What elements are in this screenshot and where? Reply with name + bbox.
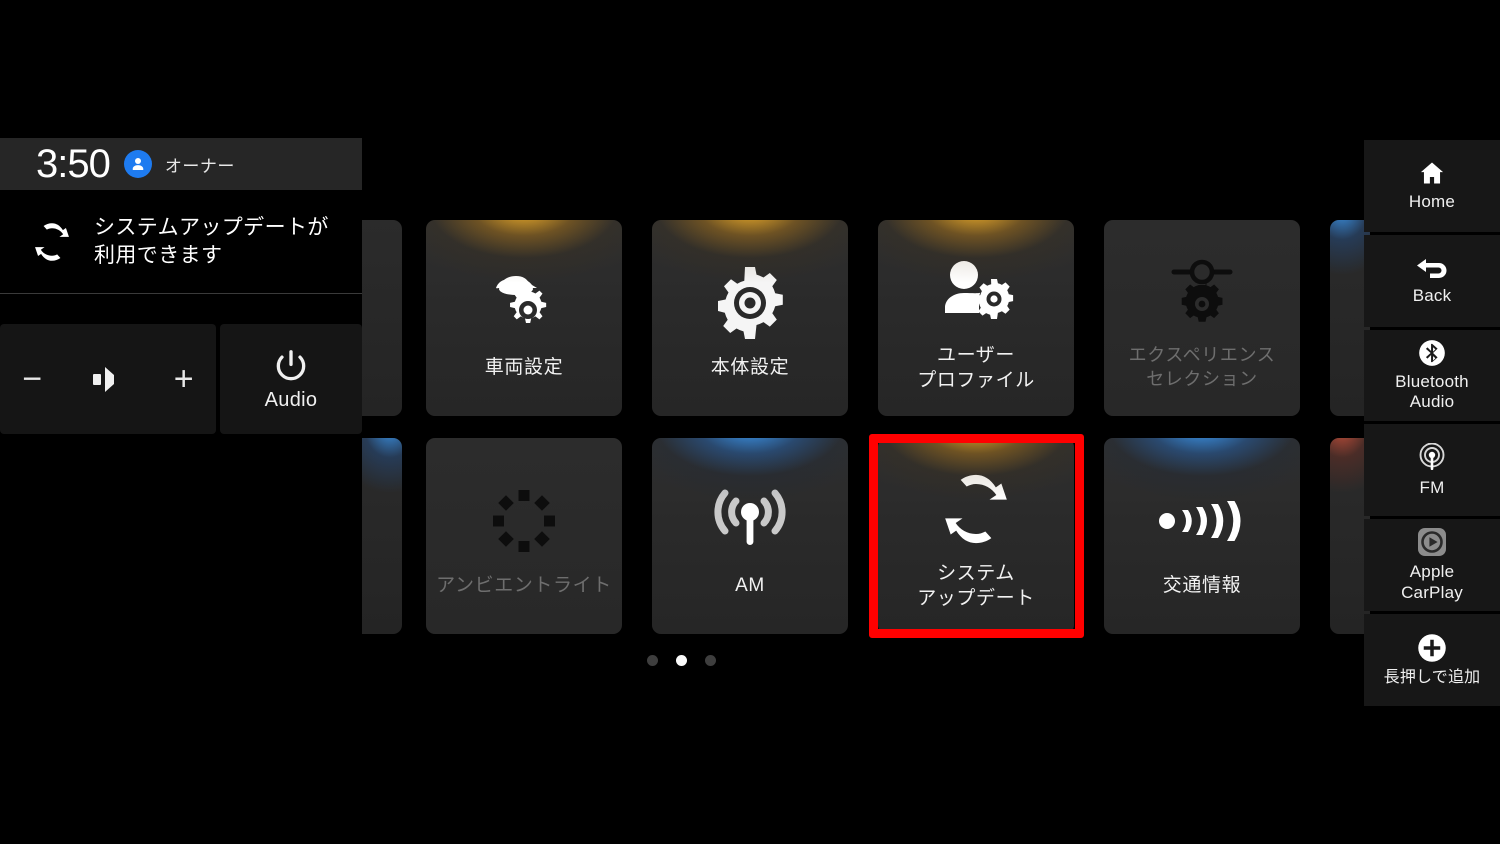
- sync-update-icon: [936, 461, 1016, 557]
- tile-experience-selection[interactable]: エクスペリエンス セレクション: [1104, 220, 1300, 416]
- app-row-2: アンビエントライト AM システム アップデート 交通情報: [362, 438, 1370, 638]
- plus-icon: [1418, 634, 1446, 662]
- sidebar-item-fm[interactable]: FM: [1364, 424, 1500, 517]
- sidebar-label: Apple CarPlay: [1401, 562, 1463, 602]
- audio-label: Audio: [264, 388, 318, 411]
- tile-label: 車両設定: [484, 357, 564, 379]
- tile-label: 交通情報: [1162, 575, 1242, 597]
- profile-name: オーナー: [164, 156, 235, 176]
- control-row: − + Audio: [0, 324, 362, 434]
- tile-system-settings[interactable]: 本体設定: [652, 220, 848, 416]
- tile-vehicle-settings[interactable]: 車両設定: [426, 220, 622, 416]
- edge-tile-row2-left[interactable]: [362, 438, 402, 634]
- gear-icon: [710, 255, 790, 351]
- car-gear-icon: [486, 255, 562, 351]
- tile-label: エクスペリエンス セレクション: [1128, 345, 1276, 389]
- tile-label: AM: [735, 575, 765, 597]
- clock-time: 3:50: [36, 142, 111, 186]
- tile-traffic-info[interactable]: 交通情報: [1104, 438, 1300, 634]
- tile-system-update[interactable]: システム アップデート: [878, 438, 1074, 634]
- page-dot[interactable]: [704, 655, 716, 666]
- radio-antenna-icon: [707, 473, 793, 569]
- slider-gear-icon: [1160, 244, 1244, 340]
- tile-glow: [362, 220, 402, 274]
- fm-radio-icon: [1419, 442, 1445, 470]
- sidebar-label: Home: [1408, 192, 1456, 212]
- tile-label: ユーザー プロファイル: [917, 344, 1035, 391]
- tile-am-radio[interactable]: AM: [652, 438, 848, 634]
- edge-tile-row1-left[interactable]: [362, 220, 402, 416]
- back-arrow-icon: [1417, 259, 1447, 279]
- sidebar-label: Bluetooth Audio: [1395, 371, 1469, 412]
- sidebar-item-back[interactable]: Back: [1364, 234, 1500, 327]
- sidebar-label: 長押しで追加: [1383, 668, 1481, 686]
- power-icon: [276, 349, 306, 380]
- page-dot-active[interactable]: [675, 655, 687, 666]
- notification-banner[interactable]: システムアップデートが利用できます: [0, 190, 362, 294]
- user-gear-icon: [934, 243, 1018, 339]
- audio-power-button[interactable]: Audio: [220, 324, 362, 434]
- sync-update-icon: [35, 222, 69, 261]
- speaker-icon[interactable]: [87, 362, 129, 396]
- person-icon: [132, 158, 144, 170]
- tile-user-profile[interactable]: ユーザー プロファイル: [878, 220, 1074, 416]
- ambient-light-icon: [484, 473, 564, 569]
- tile-label: 本体設定: [710, 357, 790, 379]
- app-row-1: 車両設定 本体設定 ユーザー プロファイル エクスペリエンス セレクション: [362, 220, 1370, 420]
- carplay-icon: [1418, 528, 1446, 557]
- tile-label: システム アップデート: [917, 562, 1035, 609]
- tile-ambient-light[interactable]: アンビエントライト: [426, 438, 622, 634]
- climate-strip: -- -- -: [0, 442, 362, 642]
- sidebar-item-add-shortcut[interactable]: 長押しで追加: [1364, 614, 1500, 706]
- volume-down-button[interactable]: −: [22, 362, 42, 396]
- traffic-signal-icon: [1156, 473, 1248, 569]
- avatar[interactable]: [123, 150, 152, 178]
- page-indicator: [0, 655, 1362, 666]
- sidebar-item-home[interactable]: Home: [1364, 140, 1500, 232]
- tile-glow: [362, 438, 402, 492]
- sidebar-label: FM: [1419, 477, 1445, 497]
- app-grid: 車両設定 本体設定 ユーザー プロファイル エクスペリエンス セレクション アン…: [362, 200, 1370, 650]
- page-dot[interactable]: [646, 655, 658, 666]
- infotainment-screen: 3:50 オーナー システムアップデートが利用できます − + Audio 車両…: [0, 0, 1500, 844]
- sidebar-label: Back: [1412, 286, 1452, 306]
- volume-panel: − +: [0, 324, 216, 434]
- status-bar: 3:50 オーナー: [0, 138, 362, 190]
- home-icon: [1420, 162, 1444, 184]
- sidebar-item-bluetooth-audio[interactable]: Bluetooth Audio: [1364, 329, 1500, 422]
- tile-label: アンビエントライト: [436, 575, 612, 597]
- bluetooth-icon: [1419, 339, 1445, 366]
- volume-up-button[interactable]: +: [174, 362, 194, 396]
- left-panel: 3:50 オーナー システムアップデートが利用できます − + Audio: [0, 138, 362, 434]
- notification-message: システムアップデートが利用できます: [94, 215, 329, 267]
- right-sidebar: Home Back Bluetooth Audio FM Apple CarPl…: [1364, 140, 1500, 706]
- sidebar-item-apple-carplay[interactable]: Apple CarPlay: [1364, 519, 1500, 612]
